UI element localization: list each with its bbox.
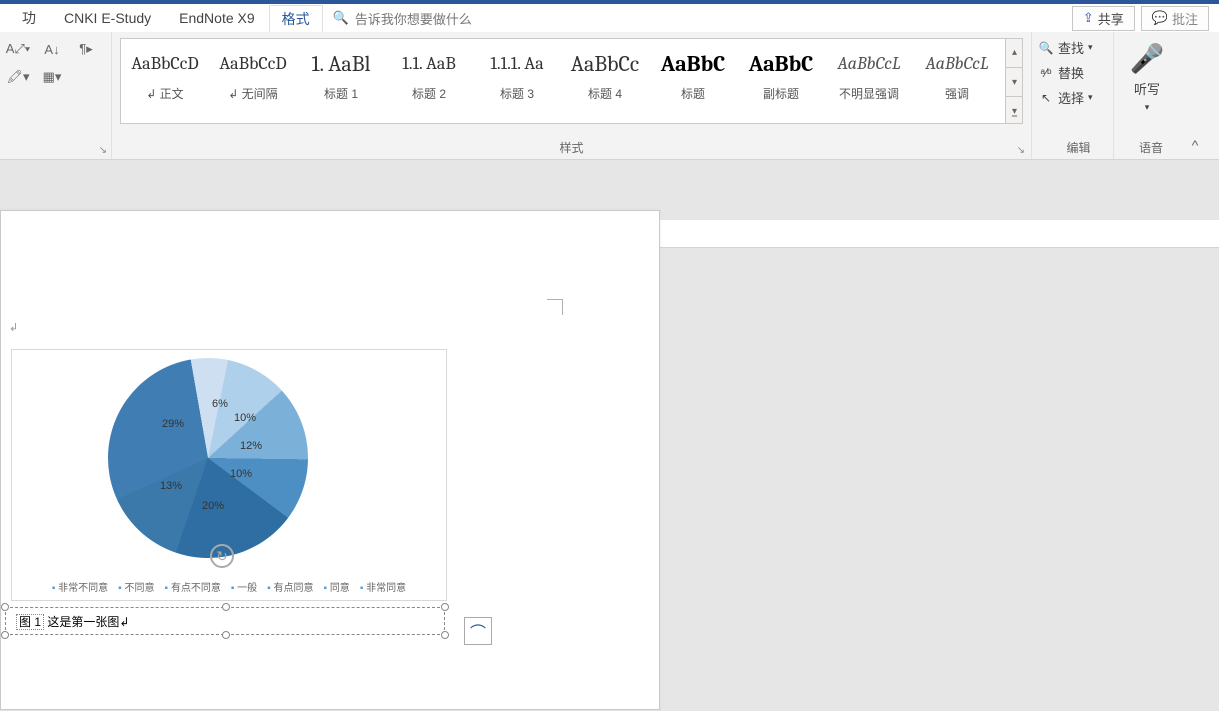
share-button[interactable]: ⇪ 共享	[1072, 6, 1135, 31]
search-icon: 🔍	[333, 10, 349, 26]
style-item[interactable]: AaBbC副标题	[737, 39, 825, 123]
tab-partial[interactable]: 功	[8, 4, 50, 32]
group-editing: 🔍查找 ▾ ᵃ⁄ᵇ替换 ↖选择 ▾ 编辑	[1032, 32, 1114, 159]
tab-format[interactable]: 格式	[269, 5, 323, 32]
pie-graphic	[92, 342, 324, 574]
replace-icon: ᵃ⁄ᵇ	[1038, 65, 1054, 81]
select-button[interactable]: ↖选择 ▾	[1038, 88, 1109, 107]
document-area: 2468101214161820222426303234363840 ↲ 6% …	[0, 190, 1219, 711]
layout-options-button[interactable]: ⌒	[464, 617, 492, 645]
comment-icon: 💬	[1152, 10, 1168, 26]
styles-group-label: 样式	[112, 139, 1031, 156]
comments-button[interactable]: 💬 批注	[1141, 6, 1209, 31]
style-item[interactable]: AaBbC标题	[649, 39, 737, 123]
styles-gallery[interactable]: AaBbCcD↲ 正文AaBbCcD↲ 无间隔1. AaBl标题 11.1. A…	[120, 38, 1023, 124]
style-item[interactable]: 1.1.1. Aa标题 3	[473, 39, 561, 123]
tell-me-search[interactable]: 🔍 告诉我你想要做什么	[323, 9, 472, 28]
replace-button[interactable]: ᵃ⁄ᵇ替换	[1038, 63, 1109, 82]
cursor-icon: ↖	[1038, 90, 1054, 106]
tab-cnki[interactable]: CNKI E-Study	[50, 6, 165, 30]
group-voice: 🎤 听写▾ 语音	[1114, 32, 1180, 159]
sort-button[interactable]: A↓	[38, 38, 66, 60]
find-icon: 🔍	[1038, 40, 1054, 56]
caption-textbox[interactable]: 图 1 这是第一张图↲	[5, 607, 445, 635]
style-item[interactable]: 1.1. AaB标题 2	[385, 39, 473, 123]
find-button[interactable]: 🔍查找 ▾	[1038, 38, 1109, 57]
tab-endnote[interactable]: EndNote X9	[165, 6, 269, 30]
style-item[interactable]: AaBbCcL强调	[913, 39, 1001, 123]
ribbon: A⤢▾ A↓ ¶▸ 🖍▾ ▦▾ ↘ AaBbCcD↲ 正文AaBbCcD↲ 无间…	[0, 32, 1219, 160]
mic-icon[interactable]: 🎤	[1118, 42, 1176, 75]
collapse-ribbon[interactable]: ^	[1180, 32, 1210, 159]
style-item[interactable]: 1. AaBl标题 1	[297, 39, 385, 123]
styles-scroll-down[interactable]: ▾	[1006, 68, 1023, 98]
paragraph-dialog-launcher[interactable]: ↘	[99, 145, 107, 156]
ribbon-tabs: 功 CNKI E-Study EndNote X9 格式 🔍 告诉我你想要做什么…	[0, 4, 1219, 32]
pilcrow-button[interactable]: ¶▸	[72, 38, 100, 60]
char-scale-button[interactable]: A⤢▾	[4, 38, 32, 60]
style-item[interactable]: AaBbCc标题 4	[561, 39, 649, 123]
style-item[interactable]: AaBbCcD↲ 无间隔	[209, 39, 297, 123]
styles-dialog-launcher[interactable]: ↘	[1017, 145, 1025, 156]
group-paragraph: A⤢▾ A↓ ¶▸ 🖍▾ ▦▾ ↘	[0, 32, 112, 159]
layout-options-icon: ⌒	[470, 619, 486, 643]
share-icon: ⇪	[1083, 10, 1094, 26]
chart-legend: 非常不同意不同意有点不同意一般有点同意同意非常同意	[12, 579, 446, 594]
group-styles: AaBbCcD↲ 正文AaBbCcD↲ 无间隔1. AaBl标题 11.1. A…	[112, 32, 1032, 159]
borders-button[interactable]: ▦▾	[38, 66, 66, 88]
style-item[interactable]: AaBbCcD↲ 正文	[121, 39, 209, 123]
page[interactable]: ↲ 6% 10% 12% 10% 20% 13% 29% ↻ 非常不同意不同意有…	[0, 210, 660, 710]
pie-chart[interactable]: 6% 10% 12% 10% 20% 13% 29% ↻ 非常不同意不同意有点不…	[11, 349, 447, 601]
dictate-button[interactable]: 听写▾	[1118, 79, 1176, 113]
styles-scroll-up[interactable]: ▴	[1006, 38, 1023, 68]
style-item[interactable]: AaBbCcL不明显强调	[825, 39, 913, 123]
fill-color-button[interactable]: 🖍▾	[4, 66, 32, 88]
margin-corner-icon	[547, 299, 563, 315]
styles-more[interactable]: ▾̲	[1006, 97, 1023, 124]
rotate-handle-icon[interactable]: ↻	[210, 544, 234, 568]
